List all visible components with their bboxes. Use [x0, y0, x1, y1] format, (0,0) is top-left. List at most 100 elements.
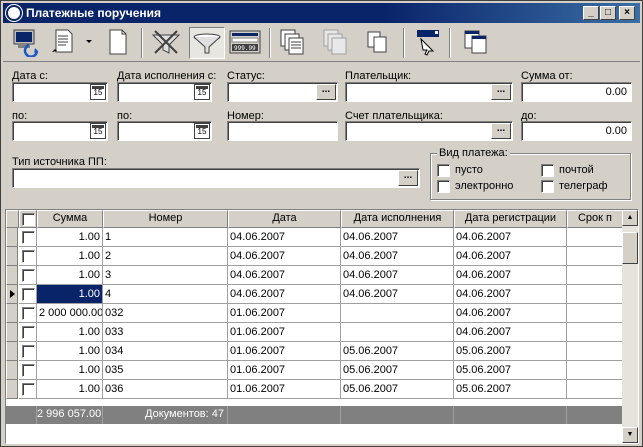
table-row[interactable]: 1.00 036 01.06.2007 05.06.2007 05.06.2007	[6, 380, 623, 399]
cell-sum[interactable]: 1.00	[37, 380, 103, 399]
documents-grid[interactable]: Сумма Номер Дата Дата исполнения Дата ре…	[5, 209, 639, 444]
table-row[interactable]: 1.00 2 04.06.2007 04.06.2007 04.06.2007	[6, 247, 623, 266]
status-field[interactable]: ...	[227, 82, 338, 102]
calendar-icon[interactable]: 15	[194, 123, 210, 139]
minimize-button[interactable]: _	[583, 6, 599, 20]
edit-document-button[interactable]	[48, 27, 78, 59]
cell-exec-date[interactable]: 04.06.2007	[341, 228, 454, 247]
column-date[interactable]: Дата	[228, 210, 341, 228]
column-term[interactable]: Срок п	[567, 210, 623, 228]
cell-exec-date[interactable]: 04.06.2007	[341, 285, 454, 304]
ellipsis-button[interactable]: ...	[398, 170, 418, 186]
cell-date[interactable]: 01.06.2007	[228, 380, 341, 399]
checkbox-electronic[interactable]	[437, 180, 450, 193]
cell-reg-date[interactable]: 05.06.2007	[454, 361, 567, 380]
cell-sum[interactable]: 1.00	[37, 361, 103, 380]
cell-sum[interactable]: 1.00	[37, 247, 103, 266]
copy-button[interactable]	[361, 27, 397, 59]
cell-exec-date[interactable]: 05.06.2007	[341, 342, 454, 361]
row-checkbox-cell[interactable]	[19, 361, 37, 380]
cell-number[interactable]: 2	[103, 247, 228, 266]
ellipsis-button[interactable]: ...	[491, 123, 511, 139]
row-checkbox[interactable]	[22, 250, 35, 263]
calculator-button[interactable]: 999.99	[228, 27, 264, 59]
cell-reg-date[interactable]: 05.06.2007	[454, 380, 567, 399]
filter-button[interactable]	[189, 27, 225, 59]
cell-reg-date[interactable]: 04.06.2007	[454, 304, 567, 323]
edit-dropdown-button[interactable]	[83, 27, 95, 59]
cell-date[interactable]: 01.06.2007	[228, 304, 341, 323]
sum-to-field[interactable]: 0.00	[521, 121, 632, 141]
export-button[interactable]	[411, 27, 447, 59]
cell-number[interactable]: 034	[103, 342, 228, 361]
cell-sum[interactable]: 2 000 000.00	[37, 304, 103, 323]
calendar-icon[interactable]: 15	[194, 84, 210, 100]
cell-reg-date[interactable]: 04.06.2007	[454, 323, 567, 342]
cell-reg-date[interactable]: 05.06.2007	[454, 342, 567, 361]
cell-term[interactable]	[567, 361, 623, 380]
cell-exec-date[interactable]: 04.06.2007	[341, 247, 454, 266]
table-row[interactable]: 2 000 000.00 032 01.06.2007 04.06.2007	[6, 304, 623, 323]
maximize-button[interactable]: □	[600, 6, 616, 20]
close-button[interactable]: ×	[619, 6, 635, 20]
row-checkbox-cell[interactable]	[19, 266, 37, 285]
cell-exec-date[interactable]: 05.06.2007	[341, 380, 454, 399]
scroll-thumb[interactable]	[622, 232, 638, 264]
date-from-field[interactable]: 15	[12, 82, 108, 102]
new-document-button[interactable]	[103, 27, 133, 59]
print-button[interactable]	[275, 27, 311, 59]
cell-date[interactable]: 01.06.2007	[228, 342, 341, 361]
column-sum[interactable]: Сумма	[37, 210, 103, 228]
table-row[interactable]: 1.00 1 04.06.2007 04.06.2007 04.06.2007	[6, 228, 623, 247]
row-checkbox-cell[interactable]	[19, 380, 37, 399]
title-bar[interactable]: Платежные поручения _ □ ×	[3, 3, 640, 23]
cell-term[interactable]	[567, 285, 623, 304]
row-checkbox[interactable]	[22, 326, 35, 339]
exec-date-to-field[interactable]: 15	[117, 121, 212, 141]
table-row[interactable]: 1.00 4 04.06.2007 04.06.2007 04.06.2007	[6, 285, 623, 304]
sum-from-field[interactable]: 0.00	[521, 82, 632, 102]
cell-reg-date[interactable]: 04.06.2007	[454, 247, 567, 266]
cell-date[interactable]: 01.06.2007	[228, 323, 341, 342]
table-row[interactable]: 1.00 033 01.06.2007 04.06.2007	[6, 323, 623, 342]
select-all-checkbox[interactable]	[22, 213, 35, 226]
row-checkbox-cell[interactable]	[19, 228, 37, 247]
cell-sum[interactable]: 1.00	[37, 266, 103, 285]
cell-sum[interactable]: 1.00	[37, 342, 103, 361]
cell-date[interactable]: 04.06.2007	[228, 228, 341, 247]
cell-exec-date[interactable]: 04.06.2007	[341, 266, 454, 285]
cell-number[interactable]: 1	[103, 228, 228, 247]
row-checkbox[interactable]	[22, 364, 35, 377]
row-checkbox[interactable]	[22, 383, 35, 396]
cell-date[interactable]: 04.06.2007	[228, 247, 341, 266]
cell-term[interactable]	[567, 266, 623, 285]
row-checkbox-cell[interactable]	[19, 304, 37, 323]
scroll-down-button[interactable]: ▼	[622, 427, 638, 443]
table-row[interactable]: 1.00 3 04.06.2007 04.06.2007 04.06.2007	[6, 266, 623, 285]
cell-term[interactable]	[567, 323, 623, 342]
cell-date[interactable]: 04.06.2007	[228, 266, 341, 285]
cell-date[interactable]: 01.06.2007	[228, 361, 341, 380]
ellipsis-button[interactable]: ...	[491, 84, 511, 100]
cell-term[interactable]	[567, 342, 623, 361]
calendar-icon[interactable]: 15	[90, 123, 106, 139]
date-to-field[interactable]: 15	[12, 121, 108, 141]
cell-term[interactable]	[567, 380, 623, 399]
cell-exec-date[interactable]: 05.06.2007	[341, 361, 454, 380]
windows-button[interactable]	[459, 27, 495, 59]
column-number[interactable]: Номер	[103, 210, 228, 228]
exec-date-from-field[interactable]: 15	[117, 82, 212, 102]
checkbox-telegraph[interactable]	[541, 180, 554, 193]
cell-reg-date[interactable]: 04.06.2007	[454, 228, 567, 247]
cell-exec-date[interactable]	[341, 304, 454, 323]
scroll-up-button[interactable]: ▲	[622, 210, 638, 226]
cell-term[interactable]	[567, 247, 623, 266]
table-row[interactable]: 1.00 035 01.06.2007 05.06.2007 05.06.2007	[6, 361, 623, 380]
source-type-field[interactable]: ...	[12, 168, 420, 188]
cell-number[interactable]: 4	[103, 285, 228, 304]
column-reg-date[interactable]: Дата регистрации	[454, 210, 567, 228]
cell-number[interactable]: 036	[103, 380, 228, 399]
refresh-button[interactable]	[9, 27, 45, 59]
cell-sum[interactable]: 1.00	[37, 323, 103, 342]
cell-sum[interactable]: 1.00	[37, 285, 103, 304]
